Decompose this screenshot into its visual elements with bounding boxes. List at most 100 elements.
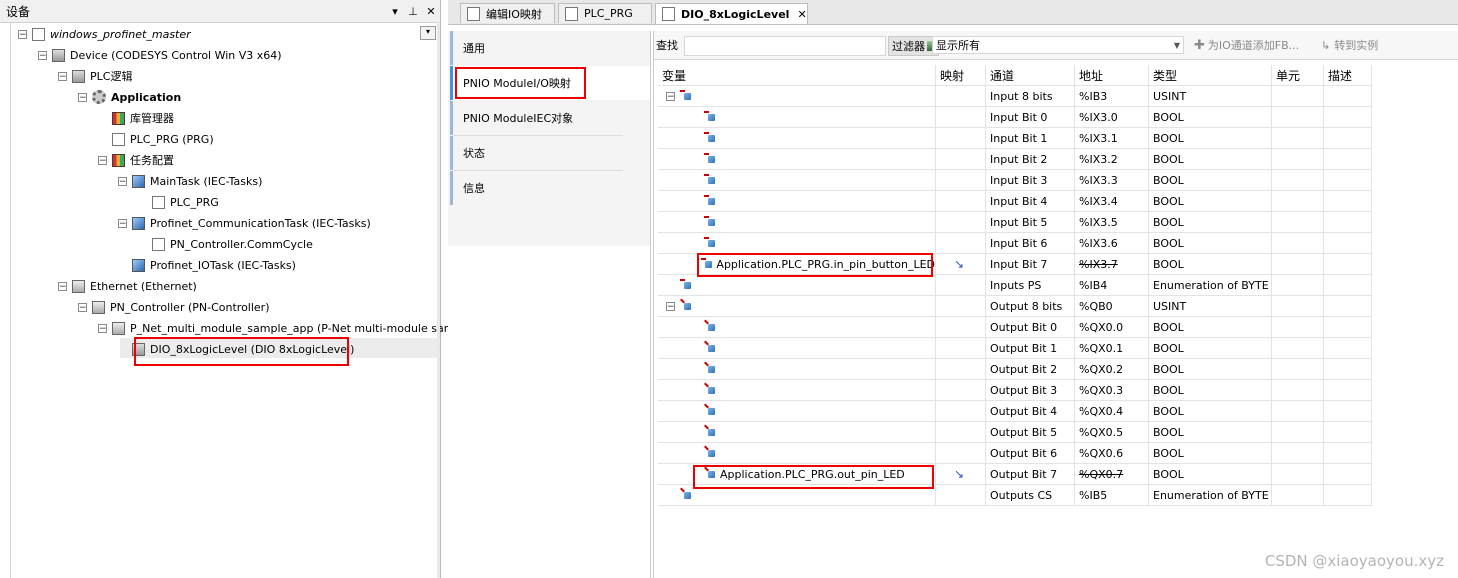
collapse-icon[interactable]: − [38, 50, 47, 60]
tree-node[interactable]: − 任务配置 [98, 150, 174, 170]
table-row[interactable]: Input Bit 1 %IX3.1 BOOL [658, 128, 1372, 149]
collapse-icon[interactable]: − [98, 155, 107, 165]
table-row[interactable]: Output Bit 6 %QX0.6 BOOL [658, 443, 1372, 464]
variable-name[interactable]: Application.PLC_PRG.in_pin_button_LED [716, 258, 935, 271]
collapse-icon[interactable]: − [98, 323, 107, 333]
side-tab-iec-objects[interactable]: PNIO ModuleIEC对象 [450, 101, 622, 135]
table-row[interactable]: Output Bit 1 %QX0.1 BOOL [658, 338, 1372, 359]
cell-mapping[interactable] [936, 485, 986, 505]
table-row[interactable]: Output Bit 0 %QX0.0 BOOL [658, 317, 1372, 338]
collapse-icon[interactable]: − [78, 302, 87, 312]
tree-node[interactable]: DIO_8xLogicLevel (DIO 8xLogicLevel) [118, 339, 354, 359]
find-input[interactable] [684, 36, 886, 56]
cell-variable[interactable] [658, 128, 936, 148]
cell-variable[interactable] [658, 191, 936, 211]
cell-variable[interactable] [658, 149, 936, 169]
column-header-address[interactable]: 地址 [1075, 65, 1149, 85]
cell-mapping[interactable] [936, 359, 986, 379]
column-header-desc[interactable]: 描述 [1324, 65, 1372, 85]
cell-mapping[interactable] [936, 86, 986, 106]
table-row[interactable]: Input Bit 3 %IX3.3 BOOL [658, 170, 1372, 191]
table-row[interactable]: Inputs PS %IB4 Enumeration of BYTE [658, 275, 1372, 296]
column-header-unit[interactable]: 单元 [1272, 65, 1324, 85]
tree-node[interactable]: − Device (CODESYS Control Win V3 x64) [38, 45, 282, 65]
cell-variable[interactable] [658, 359, 936, 379]
cell-mapping[interactable] [936, 296, 986, 316]
tree-node[interactable]: − windows_profinet_master [18, 24, 191, 44]
table-row[interactable]: − Input 8 bits %IB3 USINT [658, 86, 1372, 107]
column-header-type[interactable]: 类型 [1149, 65, 1272, 85]
collapse-icon[interactable]: − [666, 301, 675, 311]
pane-dropdown-icon[interactable]: ▾ [386, 5, 404, 18]
cell-mapping[interactable] [936, 170, 986, 190]
cell-variable[interactable] [658, 443, 936, 463]
cell-mapping[interactable] [936, 401, 986, 421]
cell-variable[interactable] [658, 422, 936, 442]
tree-node[interactable]: − PLC逻辑 [58, 66, 132, 86]
cell-mapping[interactable] [936, 233, 986, 253]
table-row[interactable]: Output Bit 3 %QX0.3 BOOL [658, 380, 1372, 401]
cell-variable[interactable]: Application.PLC_PRG.out_pin_LED [658, 464, 936, 484]
cell-mapping[interactable] [936, 107, 986, 127]
table-row[interactable]: Input Bit 6 %IX3.6 BOOL [658, 233, 1372, 254]
cell-mapping[interactable] [936, 443, 986, 463]
cell-mapping[interactable] [936, 317, 986, 337]
pin-icon[interactable]: ⊥ [404, 5, 422, 18]
cell-variable[interactable] [658, 275, 936, 295]
add-fb-button[interactable]: ✚ 为IO通道添加FB... [1194, 36, 1299, 54]
tree-node[interactable]: − Ethernet (Ethernet) [58, 276, 197, 296]
table-row[interactable]: Input Bit 0 %IX3.0 BOOL [658, 107, 1372, 128]
table-row[interactable]: Input Bit 4 %IX3.4 BOOL [658, 191, 1372, 212]
table-row[interactable]: Outputs CS %IB5 Enumeration of BYTE [658, 485, 1372, 506]
cell-variable[interactable]: − [658, 296, 936, 316]
column-header-mapping[interactable]: 映射 [936, 65, 986, 85]
tree-node[interactable]: PLC_PRG [138, 192, 219, 212]
collapse-icon[interactable]: − [58, 71, 67, 81]
tree-node[interactable]: − Profinet_CommunicationTask (IEC-Tasks) [118, 213, 371, 233]
tree-node[interactable]: − P_Net_multi_module_sample_app (P-Net mu… [98, 318, 488, 338]
tab-edit-io-mapping[interactable]: 编辑IO映射 [460, 3, 555, 23]
cell-mapping[interactable] [936, 275, 986, 295]
close-tab-icon[interactable]: ✕ [797, 8, 806, 21]
side-tab-info[interactable]: 信息 [450, 171, 622, 205]
column-header-variable[interactable]: 变量 [658, 65, 936, 85]
cell-variable[interactable]: Application.PLC_PRG.in_pin_button_LED [658, 254, 936, 274]
collapse-icon[interactable]: − [58, 281, 67, 291]
tree-node[interactable]: − PN_Controller (PN-Controller) [78, 297, 270, 317]
cell-mapping[interactable] [936, 338, 986, 358]
cell-mapping[interactable] [936, 128, 986, 148]
cell-mapping[interactable] [936, 212, 986, 232]
side-tab-general[interactable]: 通用 [450, 31, 622, 65]
collapse-icon[interactable]: − [118, 176, 127, 186]
cell-mapping[interactable] [936, 149, 986, 169]
cell-mapping[interactable] [936, 380, 986, 400]
tree-node[interactable]: Profinet_IOTask (IEC-Tasks) [118, 255, 296, 275]
collapse-icon[interactable]: − [18, 29, 27, 39]
tree-node[interactable]: − Application [78, 87, 181, 107]
collapse-icon[interactable]: − [118, 218, 127, 228]
cell-variable[interactable] [658, 107, 936, 127]
cell-variable[interactable] [658, 380, 936, 400]
table-row[interactable]: Application.PLC_PRG.out_pin_LED ↘ Output B… [658, 464, 1372, 485]
close-pane-icon[interactable]: ✕ [422, 5, 440, 18]
cell-variable[interactable] [658, 212, 936, 232]
filter-select[interactable]: 显示所有 ▼ [932, 36, 1184, 54]
tree-node[interactable]: PLC_PRG (PRG) [98, 129, 214, 149]
tree-scrollbar[interactable] [437, 22, 440, 578]
table-row[interactable]: Input Bit 2 %IX3.2 BOOL [658, 149, 1372, 170]
collapse-icon[interactable]: − [78, 92, 87, 102]
variable-name[interactable]: Application.PLC_PRG.out_pin_LED [720, 468, 905, 481]
cell-variable[interactable] [658, 338, 936, 358]
tab-plc-prg[interactable]: PLC_PRG [558, 3, 652, 23]
cell-mapping[interactable]: ↘ [936, 464, 986, 484]
cell-variable[interactable] [658, 401, 936, 421]
side-tab-status[interactable]: 状态 [450, 136, 622, 170]
tree-node[interactable]: 库管理器 [98, 108, 174, 128]
cell-mapping[interactable]: ↘ [936, 254, 986, 274]
cell-variable[interactable] [658, 485, 936, 505]
table-row[interactable]: Input Bit 5 %IX3.5 BOOL [658, 212, 1372, 233]
tree-node[interactable]: PN_Controller.CommCycle [138, 234, 313, 254]
goto-instance-button[interactable]: ↳ 转到实例 [1321, 36, 1378, 54]
table-row[interactable]: Output Bit 2 %QX0.2 BOOL [658, 359, 1372, 380]
cell-variable[interactable] [658, 317, 936, 337]
